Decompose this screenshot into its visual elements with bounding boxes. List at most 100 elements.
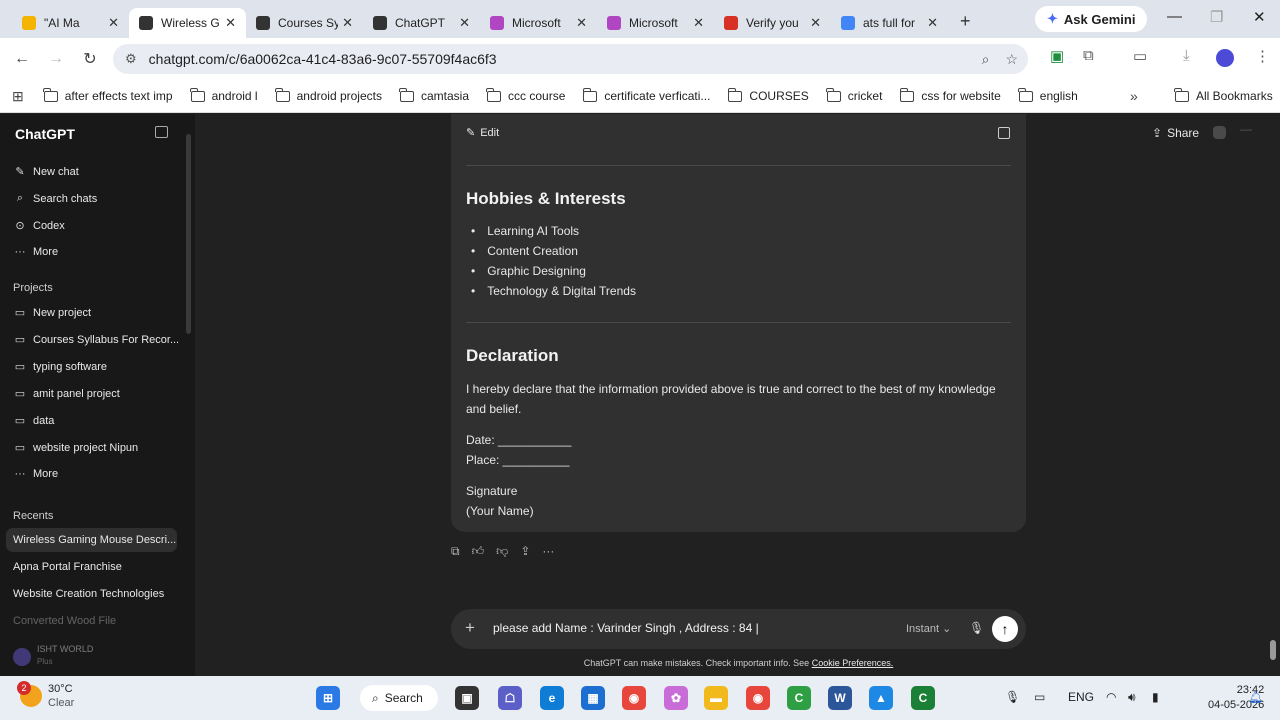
message-composer[interactable]: + please add Name : Varinder Singh , Add…	[451, 609, 1026, 649]
user-profile[interactable]: ISHT WORLD Plus	[0, 638, 195, 676]
photos-icon[interactable]: ▲	[869, 686, 893, 710]
bookmark-folder[interactable]: COURSES	[727, 87, 809, 103]
close-tab-icon[interactable]: ✕	[693, 15, 704, 31]
sidebar-item-new-chat[interactable]: ✎ New chat	[13, 165, 78, 179]
close-tab-icon[interactable]: ✕	[225, 15, 236, 31]
cookie-preferences-link[interactable]: Cookie Preferences.	[812, 658, 894, 668]
site-info-icon[interactable]: ⚙	[125, 51, 137, 67]
close-tab-icon[interactable]: ✕	[576, 15, 587, 31]
recent-chat-item[interactable]: Apna Portal Franchise	[6, 555, 177, 579]
extension-icon[interactable]: ▣	[1050, 47, 1064, 65]
browser-tab[interactable]: ChatGPT ✕	[363, 8, 480, 38]
sidebar-scrollbar[interactable]	[186, 134, 191, 334]
chrome-menu-icon[interactable]: ⋮	[1255, 47, 1270, 65]
project-typing-software[interactable]: ▭ typing software	[13, 360, 107, 374]
close-tab-icon[interactable]: ✕	[108, 15, 119, 31]
edge-icon[interactable]: e	[540, 686, 564, 710]
sidebar-item-codex[interactable]: ⊙ Codex	[13, 219, 64, 233]
battery-status-icon[interactable]: ▮	[1152, 690, 1159, 704]
green-app-icon[interactable]: C	[911, 686, 935, 710]
wifi-icon[interactable]: ◠	[1106, 690, 1116, 704]
browser-tab[interactable]: Verify you ✕	[714, 8, 831, 38]
close-tab-icon[interactable]: ✕	[810, 15, 821, 31]
bookmark-folder[interactable]: cricket	[826, 87, 882, 103]
copy-icon[interactable]	[998, 127, 1010, 139]
volume-icon[interactable]: 🔊︎	[1128, 690, 1136, 705]
browser-tab[interactable]: Microsoft ✕	[480, 8, 597, 38]
teams-icon[interactable]: ☖	[498, 686, 522, 710]
close-tab-icon[interactable]: ✕	[459, 15, 470, 31]
edit-button[interactable]: ✎ Edit	[466, 126, 499, 140]
close-window-icon[interactable]: ✕	[1253, 8, 1266, 26]
bookmark-folder[interactable]: ccc course	[486, 87, 565, 103]
projects-more[interactable]: ··· More	[13, 468, 59, 480]
restore-icon[interactable]: ❐	[1210, 8, 1223, 26]
apps-grid-icon[interactable]: ⊞	[12, 88, 24, 105]
copilot-icon[interactable]: ✿	[664, 686, 688, 710]
more-options-icon[interactable]: ···	[542, 544, 554, 559]
bookmark-folder[interactable]: camtasia	[399, 87, 469, 103]
project-amit-panel[interactable]: ▭ amit panel project	[13, 387, 120, 401]
word-icon[interactable]: W	[828, 686, 852, 710]
browser-tab[interactable]: "AI Ma ✕	[12, 8, 129, 38]
sidebar-item-more[interactable]: ··· More	[13, 246, 59, 258]
all-bookmarks-folder[interactable]: All Bookmarks	[1174, 87, 1273, 103]
browser-tab[interactable]: Courses Sy ✕	[246, 8, 363, 38]
recent-chat-item[interactable]: Website Creation Technologies	[6, 582, 177, 606]
extensions-puzzle-icon[interactable]: ⧉	[1083, 47, 1094, 64]
attach-plus-icon[interactable]: +	[465, 618, 475, 638]
forward-icon[interactable]: →	[39, 50, 73, 68]
chatgpt-logo[interactable]: ChatGPT	[15, 126, 75, 142]
tab-search-icon[interactable]: ▭	[1133, 47, 1147, 65]
project-data[interactable]: ▭ data	[13, 414, 55, 428]
taskbar-search[interactable]: ⌕ Search	[360, 685, 438, 711]
browser-tab[interactable]: Microsoft ✕	[597, 8, 714, 38]
share-button[interactable]: ⇪ Share	[1152, 126, 1199, 140]
chrome-active-icon[interactable]: ◉	[746, 686, 770, 710]
project-courses-syllabus[interactable]: ▭ Courses Syllabus For Recor...	[13, 333, 179, 347]
close-tab-icon[interactable]: ✕	[342, 15, 353, 31]
browser-tab[interactable]: Wireless G ✕	[129, 8, 246, 38]
thumbs-down-icon[interactable]: 👎︎	[496, 544, 508, 559]
bookmark-folder[interactable]: css for website	[899, 87, 1001, 103]
copy-icon[interactable]: ⧉	[451, 544, 460, 559]
ask-gemini-button[interactable]: ✦ Ask Gemini	[1035, 6, 1148, 32]
model-mode-select[interactable]: Instant ⌄	[906, 622, 951, 635]
new-tab-button[interactable]: +	[960, 11, 971, 32]
file-explorer-icon[interactable]: ▬	[704, 686, 728, 710]
chrome-icon[interactable]: ◉	[622, 686, 646, 710]
recent-chat-item[interactable]: Converted Wood File	[6, 609, 177, 633]
camtasia-icon[interactable]: C	[787, 686, 811, 710]
share-icon[interactable]: ⇪	[520, 544, 530, 559]
microphone-icon[interactable]: 🎙︎	[1005, 690, 1020, 704]
url-bar[interactable]: ⚙ chatgpt.com/c/6a0062ca-41c4-83a6-9c07-…	[113, 44, 1028, 74]
weather-widget[interactable]: 2 30°C Clear	[17, 681, 74, 710]
bookmark-folder[interactable]: after effects text imp	[43, 87, 173, 103]
browser-tab[interactable]: ats full for ✕	[831, 8, 948, 38]
page-scrollbar[interactable]	[1270, 640, 1276, 660]
notification-bell-icon[interactable]: 🔔︎	[1248, 690, 1263, 704]
store-icon[interactable]: ▦	[581, 686, 605, 710]
microphone-icon[interactable]: 🎙︎	[969, 621, 984, 635]
minimize-icon[interactable]: —	[1167, 8, 1182, 25]
bookmark-folder[interactable]: english	[1018, 87, 1078, 103]
reload-icon[interactable]: ↻	[73, 49, 107, 69]
profile-avatar[interactable]	[1216, 49, 1234, 67]
bookmark-folder[interactable]: android l	[189, 87, 258, 103]
url-text[interactable]: chatgpt.com/c/6a0062ca-41c4-83a6-9c07-55…	[149, 51, 497, 67]
more-bookmarks-icon[interactable]: »	[1130, 88, 1138, 104]
prompt-input[interactable]: please add Name : Varinder Singh , Addre…	[493, 621, 759, 635]
language-indicator[interactable]: ENG	[1068, 690, 1094, 704]
bookmark-folder[interactable]: certificate verficati...	[582, 87, 710, 103]
battery-icon[interactable]: ▭	[1034, 690, 1045, 704]
back-icon[interactable]: ←	[5, 50, 39, 68]
windows-start-icon[interactable]: ⊞	[316, 686, 340, 710]
sidebar-toggle-icon[interactable]	[155, 126, 168, 138]
avatar[interactable]	[1213, 126, 1226, 139]
bookmark-folder[interactable]: android projects	[274, 87, 382, 103]
sidebar-item-search-chats[interactable]: ⌕ Search chats	[13, 192, 97, 205]
close-tab-icon[interactable]: ✕	[927, 15, 938, 31]
bookmark-star-icon[interactable]: ☆	[1005, 51, 1018, 68]
send-button[interactable]: ↑	[992, 616, 1018, 642]
thumbs-up-icon[interactable]: 👍︎	[472, 544, 485, 559]
